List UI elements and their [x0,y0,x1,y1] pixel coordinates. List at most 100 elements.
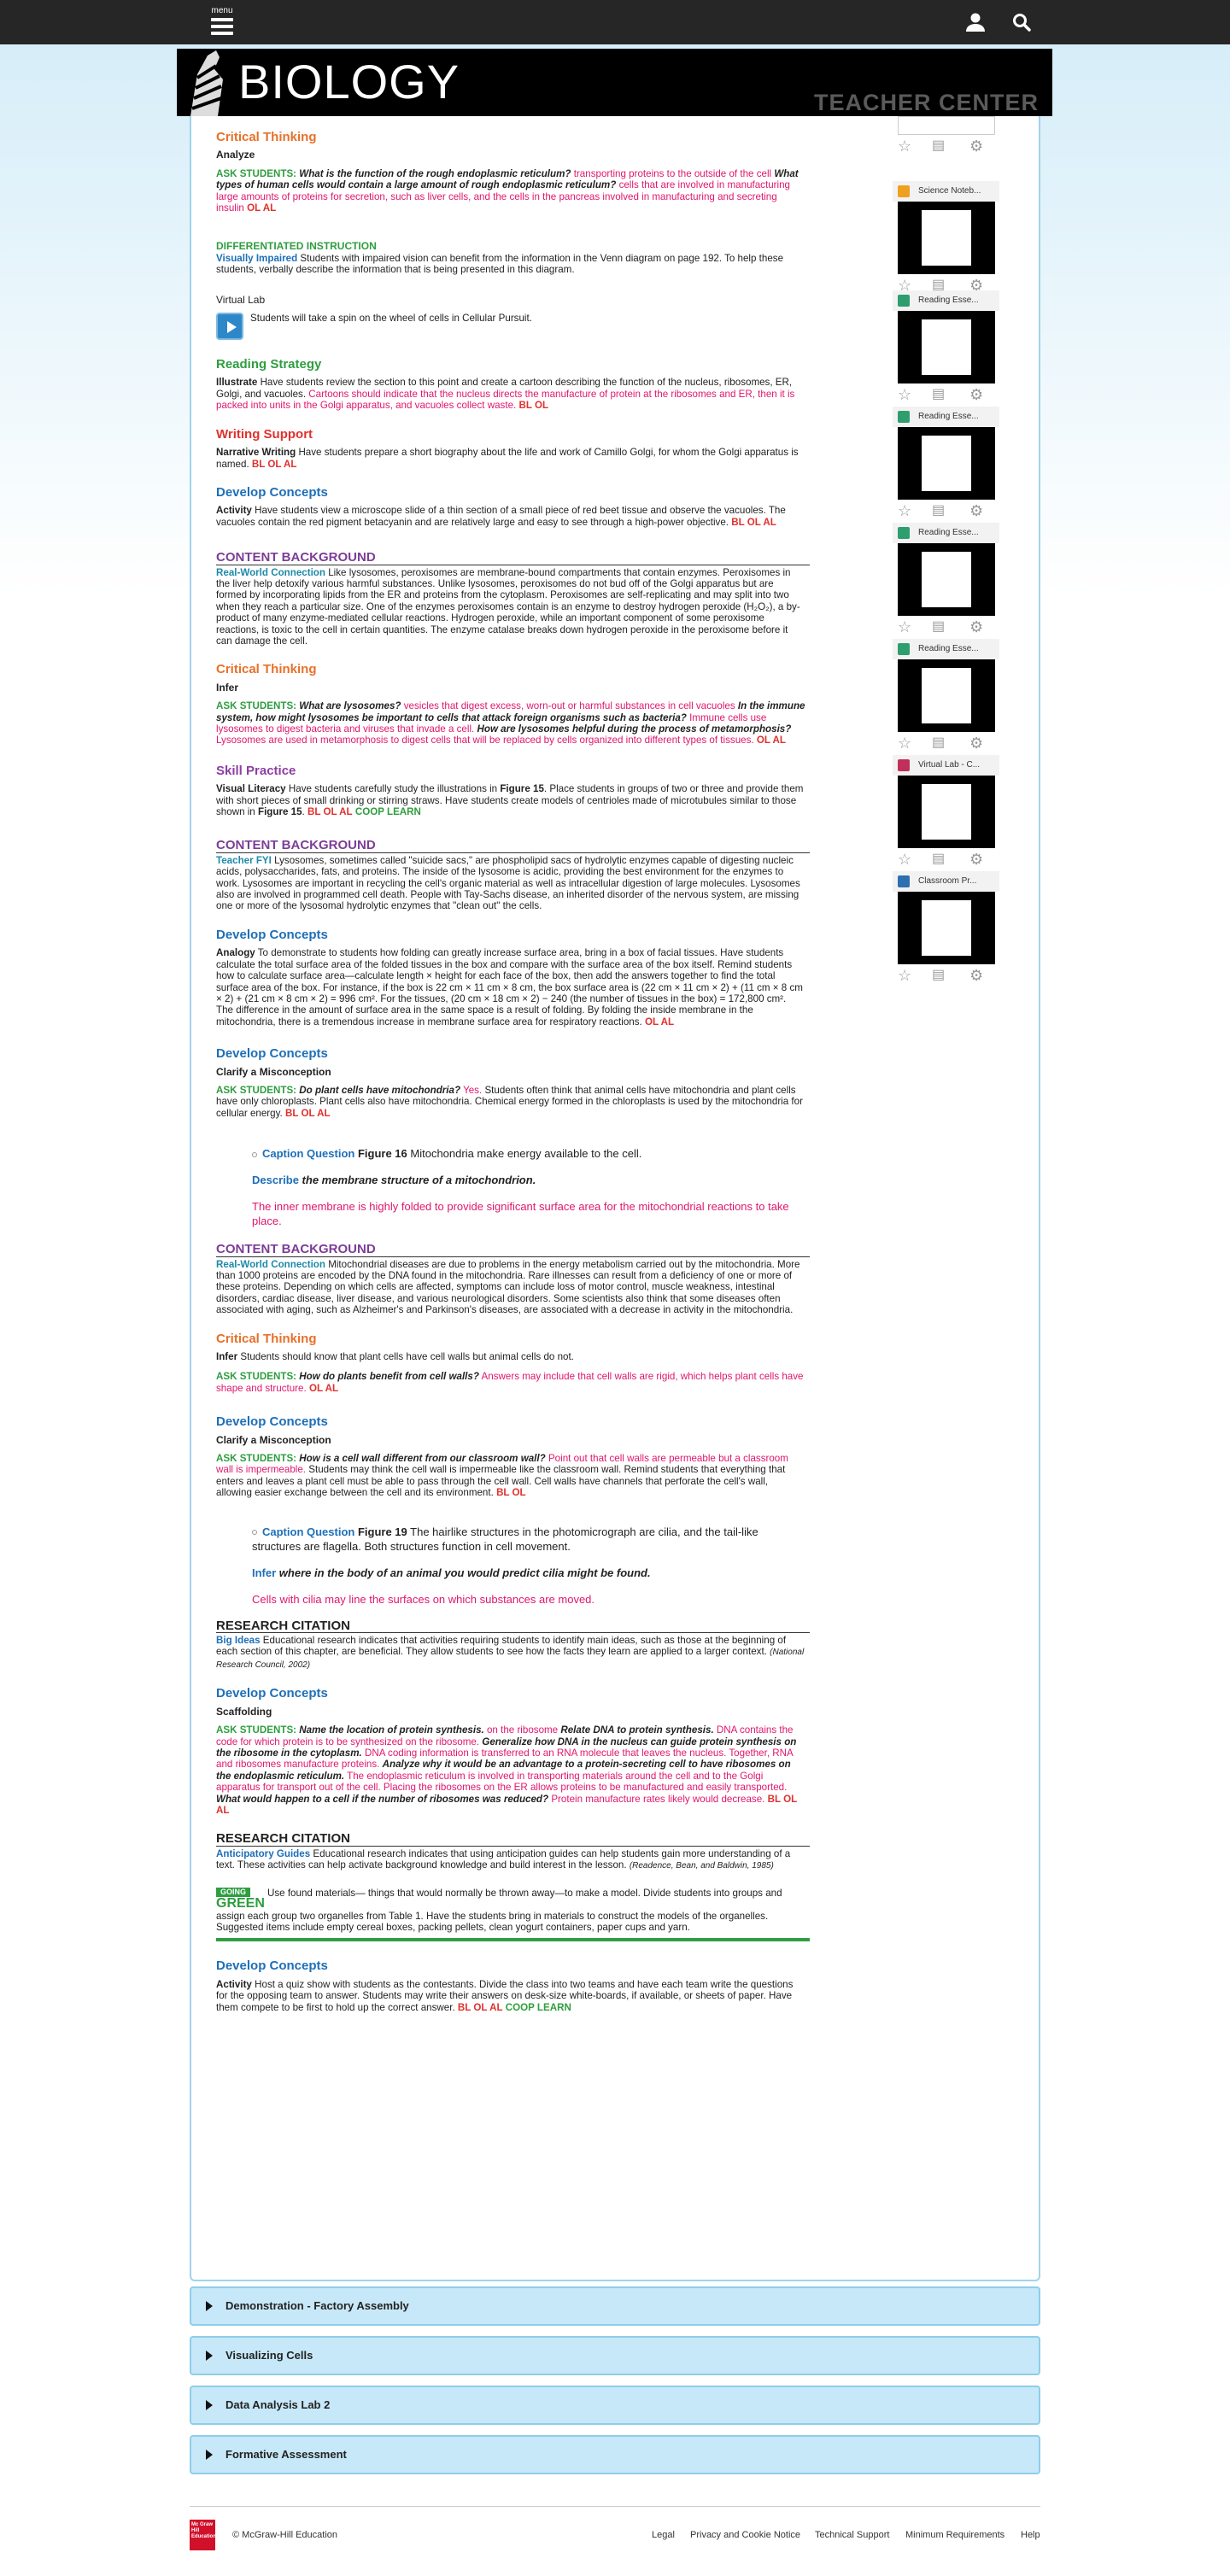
section-heading: Reading Strategy [216,357,322,372]
star-icon[interactable]: ☆ [898,852,911,867]
user-icon[interactable] [964,10,987,34]
resource-title-row[interactable]: Science Noteb... [893,181,999,202]
gear-icon[interactable]: ⚙ [969,503,983,518]
gear-icon[interactable]: ⚙ [969,735,983,751]
resource-card[interactable]: Science Noteb... ☆ ▤ ⚙ [893,181,999,296]
figure-ref: Figure 19 [357,1525,407,1538]
hamburger-icon [211,18,233,35]
resource-thumbnail[interactable] [898,659,995,732]
notes-icon[interactable]: ▤ [932,387,945,402]
resource-title-row[interactable]: Reading Esse... [893,290,999,311]
section-heading: Develop Concepts [216,1686,328,1701]
resource-thumbnail[interactable] [898,543,995,616]
answer-text: on the ribosome [486,1724,559,1736]
star-icon[interactable]: ☆ [898,735,911,751]
bullet-icon [252,1530,257,1536]
menu-label: menu [211,6,233,15]
resource-thumbnail[interactable] [898,202,995,274]
gear-icon[interactable]: ⚙ [969,852,983,867]
accordion-formative-assessment[interactable]: Formative Assessment [190,2435,1040,2474]
resource-card[interactable]: Reading Esse... ☆ ▤ ⚙ [893,290,999,405]
resource-title-row[interactable]: Reading Esse... [893,639,999,659]
citation-text: (Readence, Bean, and Baldwin, 1985) [629,1861,774,1871]
question-text: where in the body of an animal you would… [278,1566,651,1579]
footer-link-privacy[interactable]: Privacy and Cookie Notice [690,2530,800,2540]
question-text: What is the function of the rough endopl… [299,167,571,179]
level-badge: OL AL [645,1016,675,1027]
section-heading: DIFFERENTIATED INSTRUCTION [216,240,377,253]
main-content: Critical Thinking Analyze ASK STUDENTS: … [216,128,810,2013]
question-text: How do plants benefit from cell walls? [299,1371,479,1383]
accordion-data-analysis-lab[interactable]: Data Analysis Lab 2 [190,2386,1040,2425]
resource-thumbnail[interactable] [898,776,995,848]
question-text: the membrane structure of a mitochondrio… [302,1174,536,1187]
label-text: Activity [216,1978,252,1990]
label-text: Teacher FYI [216,854,272,866]
answer-text: transporting proteins to the outside of … [573,167,772,179]
resource-tools: ☆ ▤ ⚙ [893,616,999,637]
section-heading: Develop Concepts [216,927,328,942]
answer-text: Protein manufacture rates likely would d… [551,1793,765,1805]
resource-card[interactable]: Reading Esse... ☆ ▤ ⚙ [893,407,999,521]
play-icon[interactable] [216,313,243,341]
footer-link-help[interactable]: Help [1021,2530,1040,2540]
gear-icon[interactable]: ⚙ [969,138,983,154]
level-badge: BL OL AL [285,1107,331,1119]
star-icon[interactable]: ☆ [898,968,911,983]
develop-concepts-section-4: Develop Concepts Clarify a Misconception… [216,1415,805,1499]
notes-icon[interactable]: ▤ [932,968,945,983]
reading-icon [898,295,910,307]
resource-thumbnail[interactable] [898,116,995,135]
star-icon[interactable]: ☆ [898,503,911,518]
star-icon[interactable]: ☆ [898,138,911,154]
notes-icon[interactable]: ▤ [932,619,945,635]
resource-tools: ☆ ▤ ⚙ [893,964,999,986]
star-icon[interactable]: ☆ [898,619,911,635]
body-text: Host a quiz show with students as the co… [216,1978,794,2013]
thumbnail-page [922,900,971,956]
resource-thumbnail[interactable] [898,892,995,964]
section-heading: Critical Thinking [216,130,317,144]
resource-title-row[interactable]: Classroom Pr... [893,871,999,892]
thumbnail-page [922,552,971,607]
resource-title-row[interactable]: Reading Esse... [893,523,999,543]
resource-thumbnail[interactable] [898,427,995,500]
question-text: Relate DNA to protein synthesis. [560,1724,714,1736]
banner-subtitle: TEACHER CENTER [813,90,1039,115]
gear-icon[interactable]: ⚙ [969,968,983,983]
figure-ref: Figure 16 [357,1147,407,1161]
notes-icon[interactable]: ▤ [932,138,945,154]
notes-icon[interactable]: ▤ [932,852,945,867]
level-badge: OL AL [247,202,277,214]
resource-card[interactable]: Virtual Lab - C... ☆ ▤ ⚙ [893,755,999,869]
figure-ref: Figure 15 [500,783,544,795]
footer-link-legal[interactable]: Legal [652,2530,675,2540]
level-badge: BL OL [496,1487,526,1499]
body-text: Have students carefully study the illust… [288,783,498,795]
resource-card[interactable]: Reading Esse... ☆ ▤ ⚙ [893,639,999,753]
resource-title-row[interactable]: Virtual Lab - C... [893,755,999,776]
label-text: Real-World Connection [216,1258,325,1270]
menu-button[interactable]: menu [208,7,236,39]
section-heading: Writing Support [216,426,313,442]
notes-icon[interactable]: ▤ [932,503,945,518]
search-icon[interactable] [1010,10,1034,34]
resource-card[interactable]: Classroom Pr... ☆ ▤ ⚙ [893,871,999,986]
resource-title-row[interactable]: Reading Esse... [893,407,999,427]
gear-icon[interactable]: ⚙ [969,619,983,635]
footer-link-support[interactable]: Technical Support [815,2530,889,2540]
resource-title: Reading Esse... [918,412,979,421]
label-text: Anticipatory Guides [216,1847,311,1859]
resource-card[interactable]: Reading Esse... ☆ ▤ ⚙ [893,523,999,637]
section-heading: Skill Practice [216,763,296,778]
accordion-visualizing-cells[interactable]: Visualizing Cells [190,2336,1040,2375]
gear-icon[interactable]: ⚙ [969,387,983,402]
question-text: Name the location of protein synthesis. [299,1724,484,1736]
footer-link-requirements[interactable]: Minimum Requirements [905,2530,1004,2540]
star-icon[interactable]: ☆ [898,387,911,402]
accordion-demonstration[interactable]: Demonstration - Factory Assembly [190,2286,1040,2326]
content-background-section-2: CONTENT BACKGROUND Teacher FYI Lysosomes… [216,839,810,911]
resource-thumbnail[interactable] [898,311,995,383]
question-text: How are lysosomes helpful during the pro… [477,723,792,735]
notes-icon[interactable]: ▤ [932,735,945,751]
